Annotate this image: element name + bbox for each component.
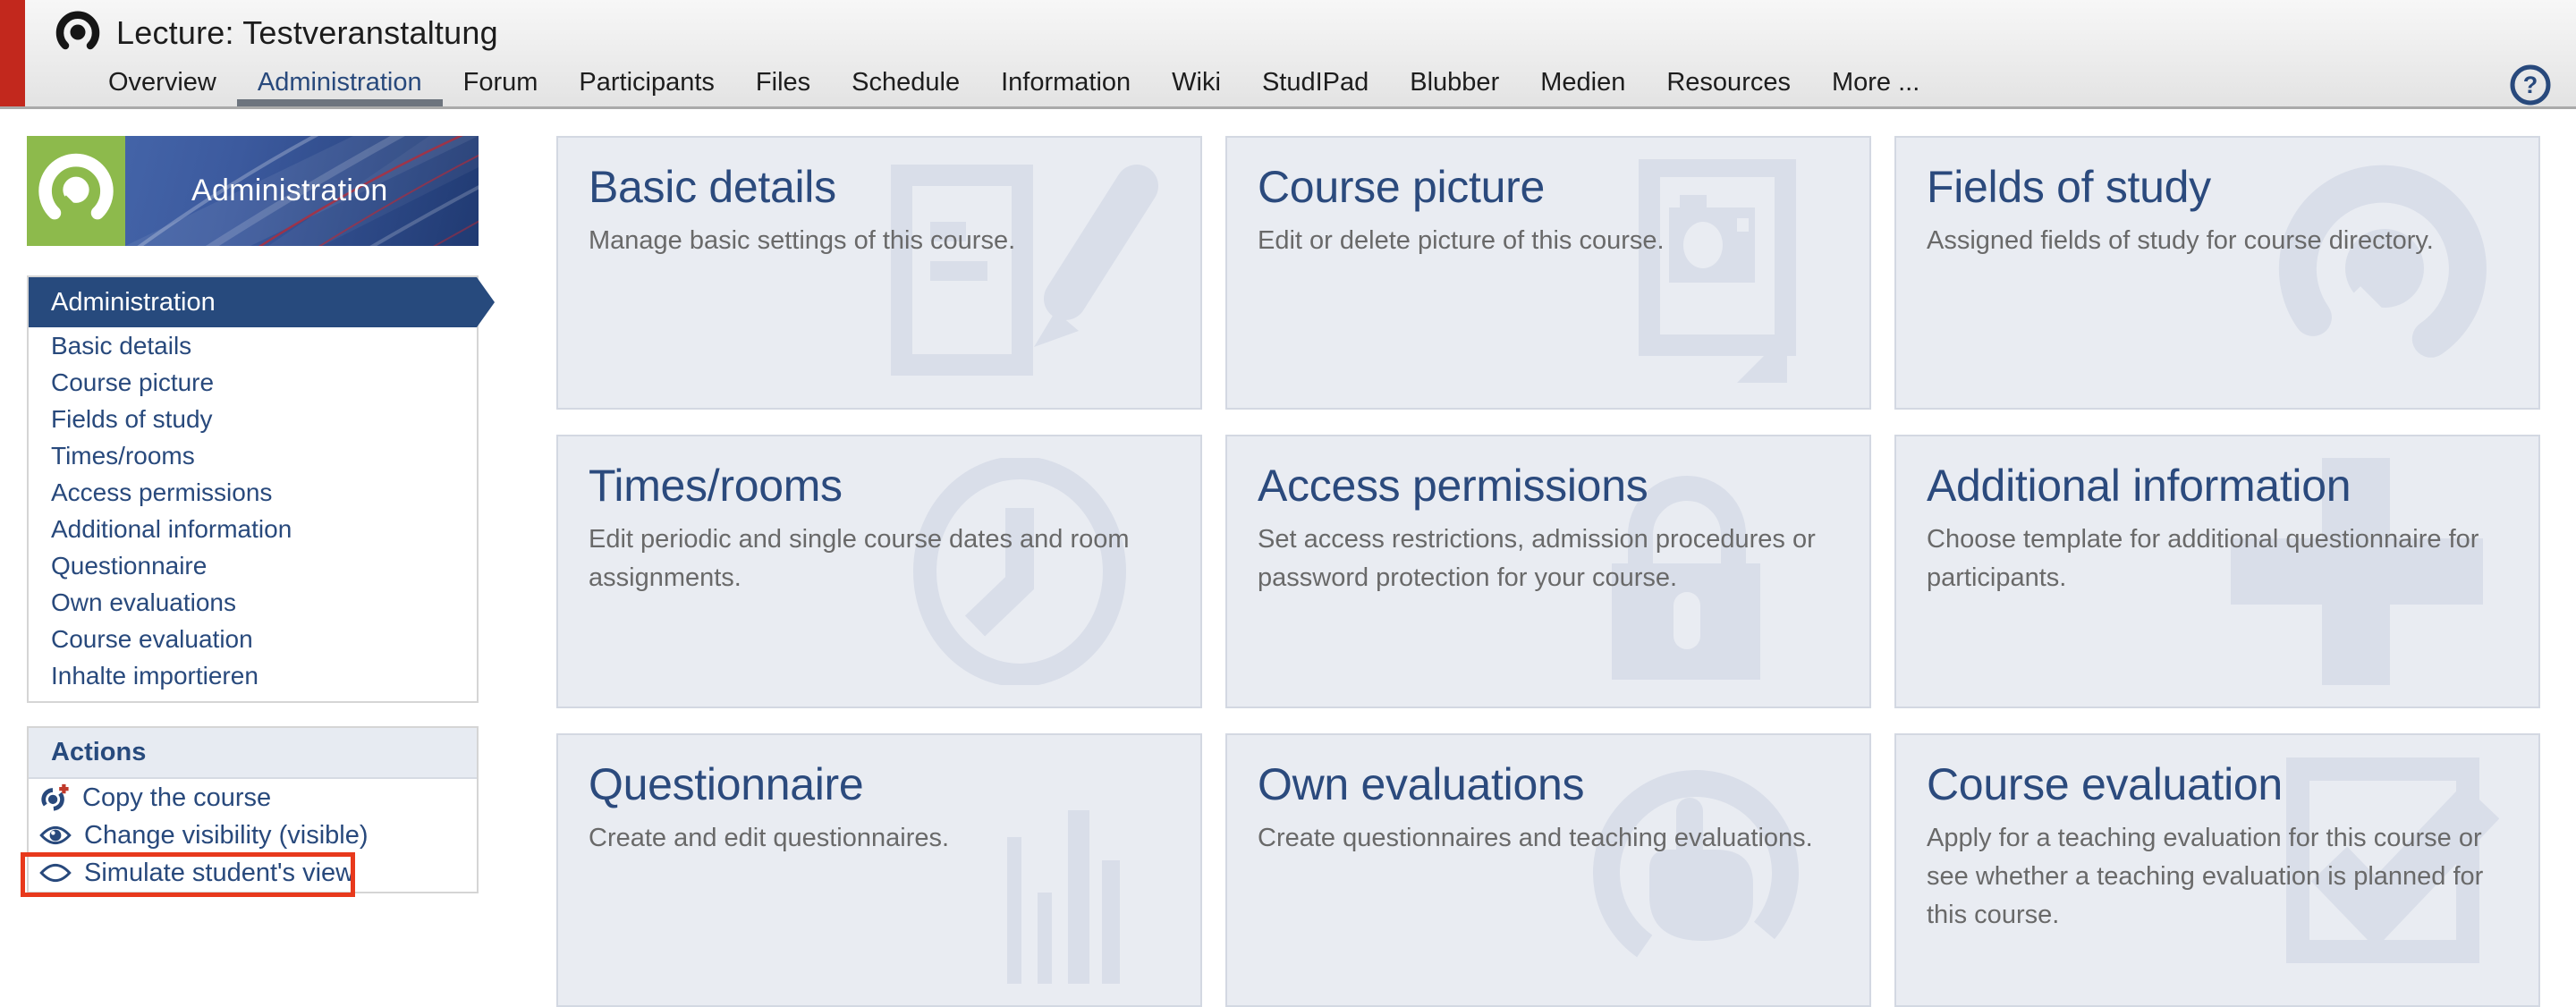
header-red-bar	[0, 0, 25, 106]
sidebar-item-access-permissions[interactable]: Access permissions	[29, 474, 477, 511]
action-label: Change visibility (visible)	[84, 820, 369, 850]
tab-bar: Overview Administration Forum Participan…	[88, 58, 1940, 106]
actions-title: Actions	[29, 728, 477, 779]
card-additional-information[interactable]: Additional information Choose template f…	[1894, 435, 2540, 708]
action-copy-the-course[interactable]: Copy the course	[29, 779, 477, 817]
studip-logo-icon	[55, 11, 100, 55]
tab-administration[interactable]: Administration	[237, 58, 443, 106]
card-description: Create and edit questionnaires.	[589, 819, 1170, 858]
tab-studipad[interactable]: StudIPad	[1241, 58, 1389, 106]
card-title: Own evaluations	[1258, 757, 1839, 812]
sidebar-item-additional-information[interactable]: Additional information	[29, 511, 477, 547]
studip-logo-green-tile	[27, 136, 125, 246]
card-title: Times/rooms	[589, 458, 1170, 513]
card-own-evaluations[interactable]: Own evaluations Create questionnaires an…	[1225, 733, 1871, 1007]
tab-overview[interactable]: Overview	[88, 58, 237, 106]
admin-card-grid: Basic details Manage basic settings of t…	[556, 136, 2540, 1007]
card-description: Apply for a teaching evaluation for this…	[1927, 819, 2508, 935]
card-title: Course picture	[1258, 159, 1839, 215]
card-description: Edit or delete picture of this course.	[1258, 222, 1839, 260]
card-title: Access permissions	[1258, 458, 1839, 513]
card-description: Manage basic settings of this course.	[589, 222, 1170, 260]
brand: Lecture: Testveranstaltung	[55, 11, 498, 55]
card-description: Set access restrictions, admission proce…	[1258, 520, 1839, 597]
card-description: Assigned fields of study for course dire…	[1927, 222, 2508, 260]
tab-medien[interactable]: Medien	[1520, 58, 1646, 106]
card-description: Choose template for additional questionn…	[1927, 520, 2508, 597]
sidebar-item-course-evaluation[interactable]: Course evaluation	[29, 621, 477, 657]
sidebar: Administration Administration Basic deta…	[27, 136, 479, 703]
tab-wiki[interactable]: Wiki	[1151, 58, 1241, 106]
annotation-highlight-box	[21, 852, 355, 897]
sidebar-item-inhalte-importieren[interactable]: Inhalte importieren	[29, 657, 477, 694]
tab-information[interactable]: Information	[980, 58, 1151, 106]
eye-filled-icon	[39, 824, 72, 847]
action-change-visibility[interactable]: Change visibility (visible)	[29, 817, 477, 854]
card-fields-of-study[interactable]: Fields of study Assigned fields of study…	[1894, 136, 2540, 410]
card-description: Create questionnaires and teaching evalu…	[1258, 819, 1839, 858]
studip-logo-icon	[38, 153, 114, 230]
sidebar-item-administration[interactable]: Administration	[29, 277, 477, 327]
copy-course-icon	[39, 783, 70, 813]
tab-resources[interactable]: Resources	[1646, 58, 1811, 106]
page-title: Lecture: Testveranstaltung	[116, 14, 498, 52]
sidebar-item-questionnaire[interactable]: Questionnaire	[29, 547, 477, 584]
tab-more[interactable]: More ...	[1811, 58, 1940, 106]
card-questionnaire[interactable]: Questionnaire Create and edit questionna…	[556, 733, 1202, 1007]
card-times-rooms[interactable]: Times/rooms Edit periodic and single cou…	[556, 435, 1202, 708]
tab-participants[interactable]: Participants	[558, 58, 735, 106]
action-label: Copy the course	[82, 783, 271, 813]
tab-schedule[interactable]: Schedule	[831, 58, 980, 106]
card-title: Course evaluation	[1927, 757, 2508, 812]
sidebar-item-fields-of-study[interactable]: Fields of study	[29, 401, 477, 437]
sidebar-banner-title: Administration	[191, 173, 388, 208]
card-access-permissions[interactable]: Access permissions Set access restrictio…	[1225, 435, 1871, 708]
tab-forum[interactable]: Forum	[443, 58, 559, 106]
sidebar-item-own-evaluations[interactable]: Own evaluations	[29, 584, 477, 621]
sidebar-banner: Administration	[27, 136, 479, 246]
card-title: Fields of study	[1927, 159, 2508, 215]
svg-text:?: ?	[2523, 72, 2538, 98]
tab-files[interactable]: Files	[735, 58, 831, 106]
sidebar-item-basic-details[interactable]: Basic details	[29, 327, 477, 364]
sidebar-item-course-picture[interactable]: Course picture	[29, 364, 477, 401]
card-description: Edit periodic and single course dates an…	[589, 520, 1170, 597]
tab-blubber[interactable]: Blubber	[1389, 58, 1520, 106]
help-icon[interactable]: ?	[2508, 63, 2553, 107]
sidebar-nav: Administration Basic details Course pict…	[27, 275, 479, 703]
card-course-picture[interactable]: Course picture Edit or delete picture of…	[1225, 136, 1871, 410]
header: Lecture: Testveranstaltung Overview Admi…	[0, 0, 2576, 109]
card-title: Questionnaire	[589, 757, 1170, 812]
card-basic-details[interactable]: Basic details Manage basic settings of t…	[556, 136, 1202, 410]
card-title: Basic details	[589, 159, 1170, 215]
card-course-evaluation[interactable]: Course evaluation Apply for a teaching e…	[1894, 733, 2540, 1007]
sidebar-item-times-rooms[interactable]: Times/rooms	[29, 437, 477, 474]
card-title: Additional information	[1927, 458, 2508, 513]
